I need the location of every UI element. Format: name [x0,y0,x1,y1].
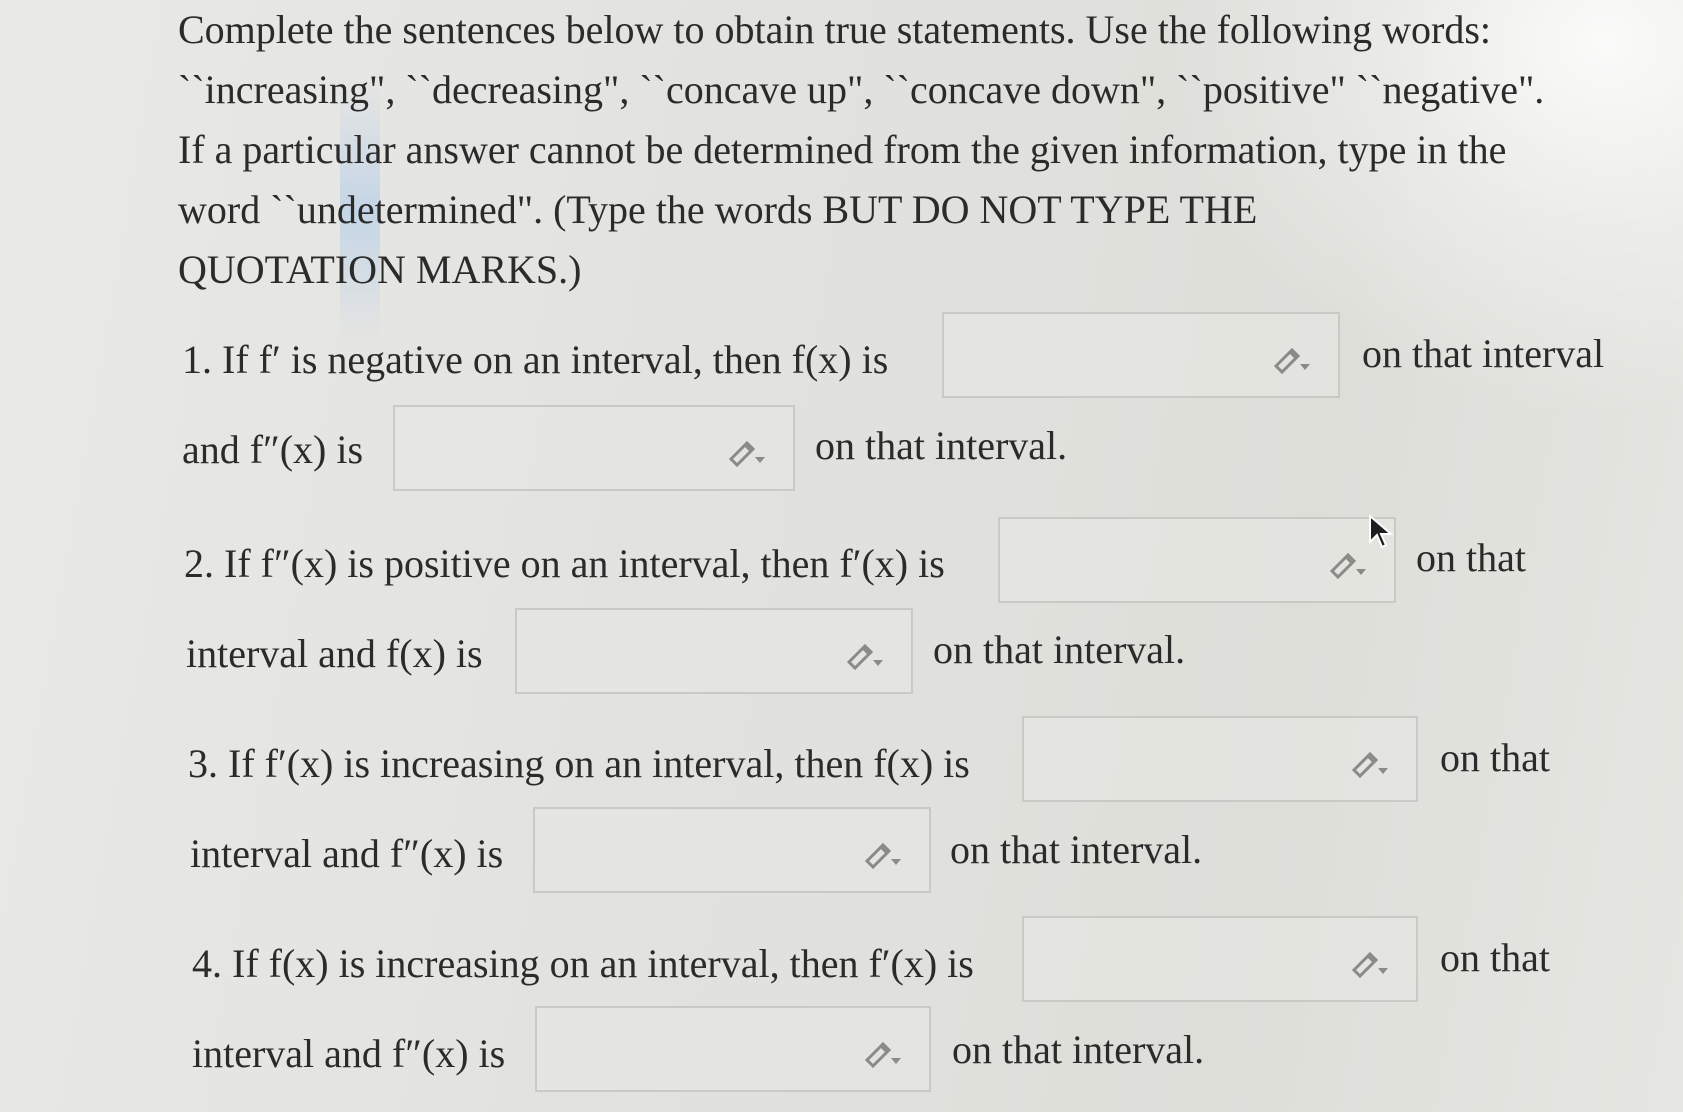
pencil-dropdown-icon[interactable] [1348,944,1390,978]
question-1-answer-2-box[interactable] [393,405,795,491]
pencil-dropdown-icon[interactable] [725,433,767,467]
question-4-answer-1-box[interactable] [1022,916,1418,1002]
question-1-suffix: on that interval [1362,331,1605,376]
question-4-text-line-2: interval and f″(x) is [192,1031,506,1076]
question-2-text-line-2: interval and f(x) is [186,631,483,676]
question-1-text-line-2: and f″(x) is [182,427,364,472]
question-3-answer-2-box[interactable] [533,807,931,893]
instructions-line: If a particular answer cannot be determi… [178,127,1507,172]
instructions-line: ``increasing", ``decreasing", ``concave … [178,67,1545,112]
pencil-dropdown-icon[interactable] [1326,545,1368,579]
question-4-suffix: on that [1440,935,1550,980]
question-2-text: 2. If f″(x) is positive on an interval, … [184,541,945,586]
pencil-dropdown-icon[interactable] [861,835,903,869]
question-2-suffix-line-2: on that interval. [933,627,1186,672]
question-3-text-line-2: interval and f″(x) is [190,831,504,876]
pencil-dropdown-icon[interactable] [1348,744,1390,778]
instructions: Complete the sentences below to obtain t… [178,0,1598,300]
question-2-answer-1-box[interactable] [998,517,1396,603]
question-3-answer-1-box[interactable] [1022,716,1418,802]
question-3-suffix-line-2: on that interval. [950,827,1203,872]
question-3-suffix: on that [1440,735,1550,780]
mouse-cursor-icon [1369,514,1394,549]
pencil-dropdown-icon[interactable] [1270,340,1312,374]
instructions-line: QUOTATION MARKS.) [178,247,582,292]
instructions-line: word ``undetermined". (Type the words BU… [178,187,1258,232]
instructions-line: Complete the sentences below to obtain t… [178,7,1492,52]
question-3-text: 3. If f′(x) is increasing on an interval… [188,741,970,786]
question-1-suffix-line-2: on that interval. [815,423,1068,468]
pencil-dropdown-icon[interactable] [861,1034,903,1068]
question-1-answer-1-box[interactable] [942,312,1340,398]
question-4-text: 4. If f(x) is increasing on an interval,… [192,941,974,986]
question-4-suffix-line-2: on that interval. [952,1027,1205,1072]
pencil-dropdown-icon[interactable] [843,636,885,670]
question-4-answer-2-box[interactable] [535,1006,931,1092]
question-2-answer-2-box[interactable] [515,608,913,694]
question-2-suffix: on that [1416,535,1526,580]
question-1-text: 1. If f′ is negative on an interval, the… [182,337,889,382]
